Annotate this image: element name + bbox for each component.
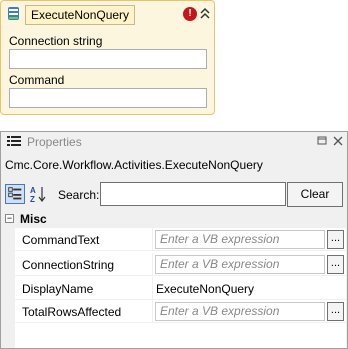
property-row-displayname[interactable]: DisplayName ExecuteNonQuery (15, 277, 346, 300)
activity-db-icon (8, 7, 19, 20)
property-name: CommandText (22, 233, 100, 247)
search-label: Search: (58, 188, 100, 202)
close-icon[interactable] (332, 135, 344, 147)
activity-designer[interactable]: ExecuteNonQuery ! Connection string Comm… (0, 0, 215, 115)
alphabetical-sort-icon[interactable]: A Z (28, 184, 48, 204)
column-divider (152, 277, 153, 300)
property-grid: − Misc CommandText Enter a VB expression… (2, 210, 346, 348)
svg-text:A: A (30, 186, 36, 195)
commandtext-ellipsis-button[interactable]: ... (327, 230, 344, 249)
category-row[interactable]: − Misc (2, 210, 346, 228)
collapse-toggle-icon[interactable]: − (5, 214, 14, 223)
displayname-value[interactable]: ExecuteNonQuery (156, 282, 254, 296)
totalrowsaffected-ellipsis-button[interactable]: ... (327, 302, 344, 321)
warning-icon[interactable]: ! (183, 7, 197, 21)
property-row-connectionstring[interactable]: ConnectionString Enter a VB expression .… (15, 253, 346, 276)
grid-gutter (2, 228, 15, 348)
column-divider (152, 253, 153, 276)
categorized-icon[interactable] (5, 184, 25, 204)
clear-button[interactable]: Clear (287, 182, 343, 207)
connection-string-input[interactable] (9, 49, 207, 69)
command-label: Command (9, 73, 65, 87)
column-divider (152, 300, 153, 323)
properties-panel: Properties Cmc.Core.Workflow.Activities.… (0, 131, 348, 349)
connectionstring-ellipsis-button[interactable]: ... (327, 255, 344, 274)
totalrowsaffected-expression-input[interactable]: Enter a VB expression (155, 302, 325, 321)
property-name: DisplayName (22, 282, 94, 296)
property-row-totalrowsaffected[interactable]: TotalRowsAffected Enter a VB expression … (15, 300, 346, 323)
collapse-chevron-icon[interactable] (199, 6, 211, 20)
command-input[interactable] (9, 88, 207, 108)
svg-text:Z: Z (30, 195, 35, 204)
search-input[interactable] (100, 182, 286, 206)
properties-titlebar[interactable]: Properties (1, 132, 347, 152)
connection-string-label: Connection string (9, 34, 103, 48)
column-divider (152, 228, 153, 251)
selected-object-type: Cmc.Core.Workflow.Activities.ExecuteNonQ… (5, 158, 263, 172)
activity-title[interactable]: ExecuteNonQuery (25, 5, 136, 25)
property-name: TotalRowsAffected (22, 305, 122, 319)
properties-title: Properties (27, 135, 82, 149)
activity-header: ExecuteNonQuery ! (1, 1, 214, 26)
property-row-commandtext[interactable]: CommandText Enter a VB expression ... (15, 228, 346, 251)
category-name: Misc (20, 212, 47, 226)
properties-icon (7, 136, 21, 146)
pin-icon[interactable] (316, 135, 328, 147)
commandtext-expression-input[interactable]: Enter a VB expression (155, 230, 325, 249)
connectionstring-expression-input[interactable]: Enter a VB expression (155, 255, 325, 274)
property-name: ConnectionString (22, 258, 115, 272)
